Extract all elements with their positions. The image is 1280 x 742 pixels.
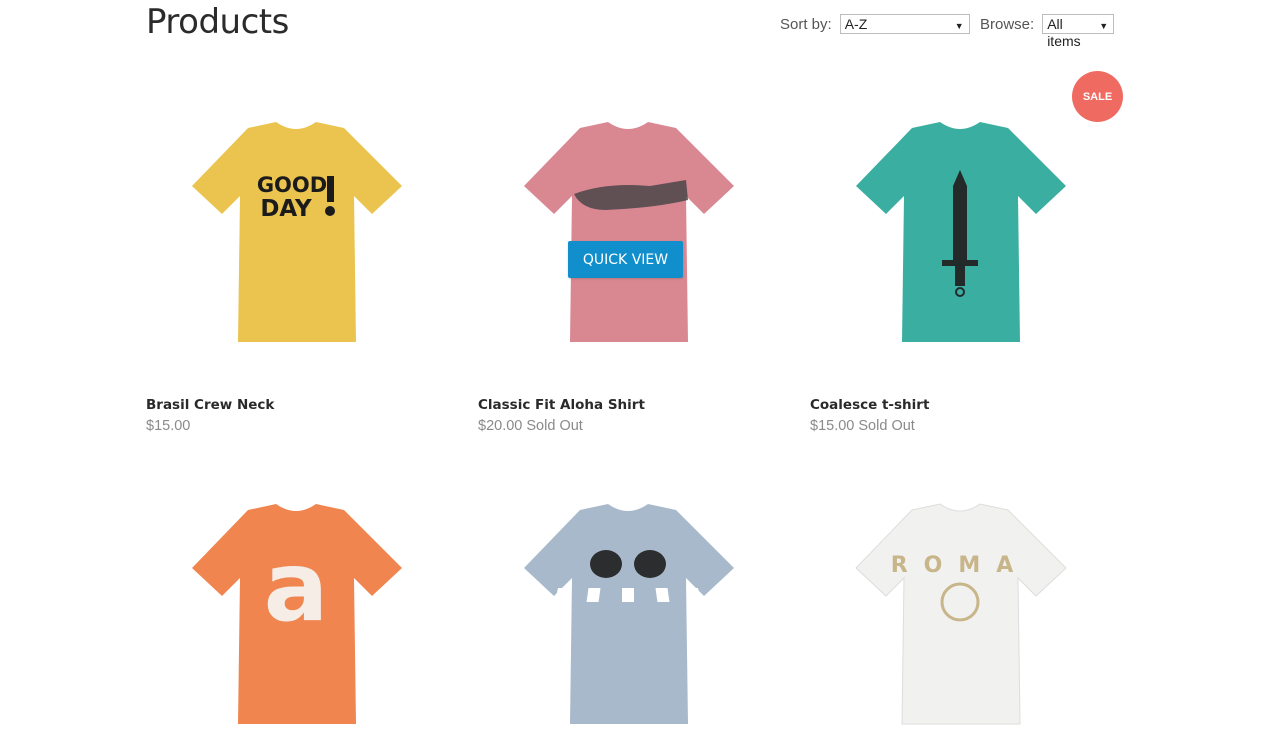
product-image[interactable]: GOOD DAY <box>146 110 446 360</box>
tshirt-print-text: GOOD <box>257 173 327 197</box>
product-price-row: $15.00 <box>146 418 190 434</box>
tree-print-left <box>590 550 622 578</box>
product-image[interactable]: a <box>146 492 446 742</box>
tshirt-body <box>524 504 734 724</box>
product-image[interactable] <box>478 110 778 360</box>
quick-view-button[interactable]: QUICK VIEW <box>568 241 683 278</box>
product-image[interactable]: ROMA <box>810 492 1110 742</box>
tshirt-body <box>855 503 1067 725</box>
sort-label: Sort by: <box>780 15 832 33</box>
product-image[interactable] <box>810 110 1110 360</box>
product-image[interactable] <box>478 492 778 742</box>
browse-control: Browse: All items ▼ <box>980 13 1115 49</box>
sort-value: A-Z <box>844 16 868 32</box>
chevron-down-icon: ▼ <box>954 21 964 31</box>
product-price-row: $20.00 Sold Out <box>478 418 583 434</box>
product-name[interactable]: Coalesce t-shirt <box>810 397 929 413</box>
product-name[interactable]: Brasil Crew Neck <box>146 397 274 413</box>
browse-value: All items <box>1047 16 1081 49</box>
tree-print-right <box>634 550 666 578</box>
product-price: $20.00 <box>478 418 523 434</box>
tshirt-print-text-2: DAY <box>260 196 312 222</box>
product-status: Sold Out <box>526 418 583 434</box>
chevron-down-icon: ▼ <box>1099 21 1109 31</box>
tshirt-body <box>524 122 734 342</box>
roma-print: ROMA <box>891 553 1030 578</box>
product-price: $15.00 <box>146 418 191 434</box>
tshirt-body <box>192 122 402 342</box>
tshirt-print-dot <box>325 206 335 216</box>
tshirt-print-mark <box>327 176 334 202</box>
letter-a-print: a <box>264 531 329 643</box>
sort-control: Sort by: A-Z ▼ <box>780 13 970 35</box>
product-name[interactable]: Classic Fit Aloha Shirt <box>478 397 645 413</box>
product-price-row: $15.00 Sold Out <box>810 418 915 434</box>
browse-label: Browse: <box>980 15 1035 33</box>
product-price: $15.00 <box>810 418 855 434</box>
product-status: Sold Out <box>858 418 915 434</box>
browse-select[interactable]: All items ▼ <box>1042 14 1115 49</box>
page-title: Products <box>146 2 289 42</box>
sort-select[interactable]: A-Z ▼ <box>839 14 970 34</box>
